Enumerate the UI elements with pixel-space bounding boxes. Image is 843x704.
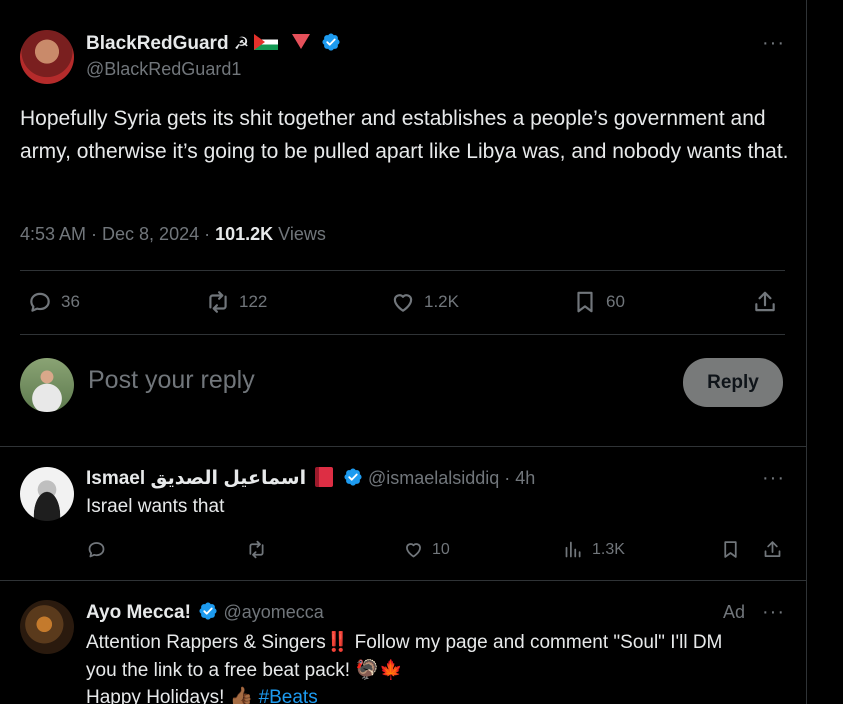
bookmark-action[interactable]: 60 xyxy=(572,289,625,315)
reply-count: 36 xyxy=(61,292,80,311)
reply-text: Israel wants that xyxy=(86,496,225,517)
repost-icon xyxy=(209,291,227,313)
reply-icon xyxy=(30,292,50,312)
palestine-flag-icon xyxy=(254,34,279,50)
ad-text-line-1: Attention Rappers & Singers‼️ Follow my … xyxy=(86,632,723,653)
author-display-name[interactable]: BlackRedGuard xyxy=(86,33,229,54)
reply-reply-action[interactable] xyxy=(86,539,107,560)
reply-button[interactable]: Reply xyxy=(683,358,783,407)
share-icon xyxy=(755,291,775,312)
share-icon xyxy=(764,541,781,557)
views-count: 101.2K xyxy=(215,224,274,244)
ad-avatar[interactable] xyxy=(20,600,74,654)
hammer-sickle-emoji: ☭ xyxy=(233,34,250,54)
ad-text-line-2: you the link to a free beat pack! 🦃🍁 xyxy=(86,659,403,681)
heart-icon xyxy=(406,543,421,558)
reply-input[interactable]: Post your reply xyxy=(88,366,255,395)
user-avatar[interactable] xyxy=(20,358,74,412)
analytics-icon xyxy=(565,541,581,558)
views-label: Views xyxy=(273,224,326,244)
author-avatar[interactable] xyxy=(20,30,74,84)
ad-handle[interactable]: @ayomecca xyxy=(223,602,323,622)
tweet-meta: 4:53 AM · Dec 8, 2024 · 101.2K Views xyxy=(20,224,326,245)
reply-views-action[interactable]: 1.3K xyxy=(563,539,625,560)
repost-icon xyxy=(249,540,264,559)
ad-label: Ad xyxy=(723,602,746,622)
like-count: 1.2K xyxy=(424,292,459,311)
reply-like-count: 10 xyxy=(432,540,450,558)
more-options-icon[interactable]: ··· xyxy=(762,32,785,55)
reply-action[interactable]: 36 xyxy=(27,289,80,315)
red-book-icon xyxy=(315,467,334,487)
ad-text: Attention Rappers & Singers‼️ Follow my … xyxy=(86,629,801,704)
reply-handle[interactable]: @ismaelalsiddiq xyxy=(368,468,499,488)
ad-text-line-3: Happy Holidays! 👍🏾 #Beats xyxy=(86,684,801,704)
reply-bookmark-action[interactable] xyxy=(720,539,741,560)
reply-share-action[interactable] xyxy=(762,539,783,560)
ad-display-name[interactable]: Ayo Mecca! xyxy=(86,602,191,623)
reply-like-action[interactable]: 10 xyxy=(403,539,450,560)
tweet-timestamp[interactable]: 4:53 AM · Dec 8, 2024 · xyxy=(20,224,215,244)
author-name-row: BlackRedGuard ☭ xyxy=(86,32,341,55)
reply-views-count: 1.3K xyxy=(592,540,625,558)
verified-badge-icon xyxy=(344,468,362,486)
reply-author-row: Ismael اسماعيل الصديق @ismaelalsiddiq · … xyxy=(86,467,535,490)
reply-avatar[interactable] xyxy=(20,467,74,521)
verified-badge-icon xyxy=(322,33,340,51)
ad-text-line-3-prefix: Happy Holidays! 👍🏾 xyxy=(86,687,259,704)
author-handle[interactable]: @BlackRedGuard1 xyxy=(86,59,241,80)
verified-badge-icon xyxy=(199,602,217,620)
red-triangle-icon xyxy=(291,34,310,49)
repost-count: 122 xyxy=(239,292,268,311)
tweet-text: Hopefully Syria gets its shit together a… xyxy=(20,107,789,163)
hashtag-link[interactable]: #Beats xyxy=(259,687,318,704)
share-action[interactable] xyxy=(752,289,778,315)
like-action[interactable]: 1.2K xyxy=(390,289,459,315)
bookmark-icon xyxy=(577,291,593,313)
ad-author-row: Ayo Mecca! @ayomecca xyxy=(86,601,324,624)
reply-more-options-icon[interactable]: ··· xyxy=(762,467,785,490)
timeline-column: BlackRedGuard ☭ @BlackRedGuard1 ··· Hope… xyxy=(0,0,807,704)
ad-more-options-icon[interactable]: ··· xyxy=(762,601,785,624)
bookmark-icon xyxy=(724,541,737,558)
bookmark-count: 60 xyxy=(606,292,625,311)
heart-icon xyxy=(393,294,413,312)
reply-icon xyxy=(88,542,105,558)
repost-action[interactable]: 122 xyxy=(205,289,267,315)
reply-repost-action[interactable] xyxy=(246,539,267,560)
reply-display-name[interactable]: Ismael اسماعيل الصديق xyxy=(86,468,306,489)
reply-time[interactable]: · 4h xyxy=(499,468,535,488)
